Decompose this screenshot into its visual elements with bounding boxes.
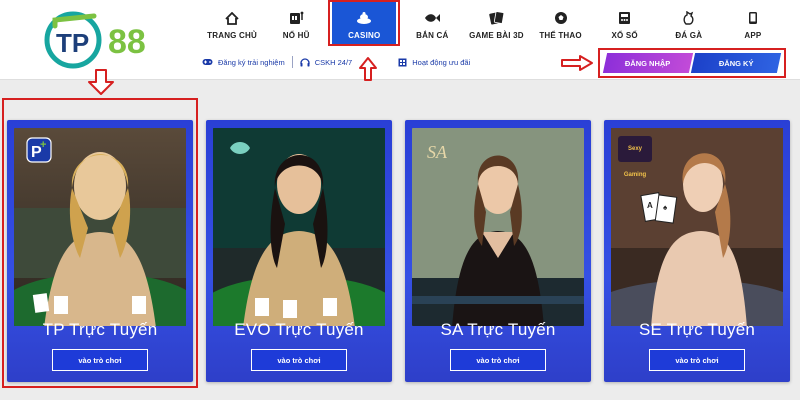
support-label: CSKH 24/7 <box>314 57 353 67</box>
sexy-gaming-logo: Sexy Gaming <box>618 136 652 178</box>
lottery-icon <box>617 11 633 25</box>
nav-xo-so[interactable]: XỔ SỐ <box>593 0 657 46</box>
soccer-ball-icon <box>553 11 569 25</box>
promo-label: Hoạt động ưu đãi <box>412 57 471 67</box>
game-card-tp[interactable]: P + TP Trực Tuyến vào trò chơi <box>7 120 193 382</box>
sub-bar: Đăng ký trải nghiệm CSKH 24/7 Hoạt động … <box>195 52 477 72</box>
card-title: EVO Trực Tuyến <box>234 320 364 339</box>
login-button[interactable]: ĐĂNG NHẬP <box>602 53 694 73</box>
svg-text:TP: TP <box>56 28 89 58</box>
nav-ban-ca[interactable]: BẮN CÁ <box>400 0 464 46</box>
play-button[interactable]: vào trò chơi <box>251 349 347 371</box>
nav-da-ga[interactable]: ĐÁ GÀ <box>657 0 721 46</box>
evo-leaf-logo-icon <box>230 142 250 154</box>
nav-game-bai-3d[interactable]: GAME BÀI 3D <box>464 0 528 46</box>
sa-logo: SA <box>427 142 447 162</box>
card-title: SE Trực Tuyến <box>638 320 756 339</box>
nav-the-thao[interactable]: THỂ THAO <box>529 0 593 46</box>
card-title: TP Trực Tuyến <box>42 320 158 339</box>
nav-game-bai-3d-label: GAME BÀI 3D <box>469 31 524 40</box>
nav-app-label: APP <box>744 31 762 40</box>
svg-text:A: A <box>647 201 653 210</box>
nav-no-hu[interactable]: NỔ HŨ <box>264 0 328 46</box>
nav-casino[interactable]: CASINO <box>332 0 397 46</box>
register-label: ĐĂNG KÝ <box>718 58 754 68</box>
slot-machine-icon <box>288 11 304 25</box>
card-title: SA Trực Tuyến <box>440 320 556 339</box>
game-card-sa[interactable]: SA SA Trực Tuyến vào trò chơi <box>405 120 591 382</box>
nav-home-label: TRANG CHỦ <box>207 31 257 40</box>
trial-label: Đăng ký trải nghiệm <box>218 57 285 67</box>
arrow-right-icon <box>561 55 593 71</box>
auth-buttons: ĐĂNG NHẬP ĐĂNG KÝ <box>598 48 786 78</box>
home-icon <box>224 11 240 25</box>
tp-plus-logo-icon: P + <box>26 137 52 163</box>
game-card-evo[interactable]: EVO Trực Tuyến vào trò chơi <box>206 120 392 382</box>
cards-icon <box>488 11 504 25</box>
gamepad-icon <box>202 59 213 65</box>
support-link[interactable]: CSKH 24/7 <box>293 58 360 67</box>
trial-link[interactable]: Đăng ký trải nghiệm <box>195 58 292 67</box>
arrow-down-icon <box>88 69 114 95</box>
nav-app[interactable]: APP <box>721 0 785 46</box>
svg-text:+: + <box>40 139 46 151</box>
play-button[interactable]: vào trò chơi <box>52 349 148 371</box>
nav-casino-label: CASINO <box>348 31 381 40</box>
tp88-logo[interactable]: TP 88 <box>42 6 192 72</box>
register-button[interactable]: ĐĂNG KÝ <box>690 53 782 73</box>
arrow-up-icon <box>359 57 377 81</box>
logo-88-text: 88 <box>108 23 146 61</box>
headset-icon <box>300 57 310 66</box>
promo-link[interactable]: Hoạt động ưu đãi <box>391 58 477 67</box>
login-label: ĐĂNG NHẬP <box>625 58 671 68</box>
fish-icon <box>424 11 441 25</box>
rooster-icon <box>681 11 697 25</box>
nav-xo-so-label: XỔ SỐ <box>611 31 638 40</box>
site-header: TP 88 TRANG CHỦ NỔ HŨ CASINO BẮN CÁ GAME… <box>0 0 800 80</box>
nav-da-ga-label: ĐÁ GÀ <box>675 31 703 40</box>
main-nav: TRANG CHỦ NỔ HŨ CASINO BẮN CÁ GAME BÀI 3… <box>200 0 785 46</box>
play-button[interactable]: vào trò chơi <box>450 349 546 371</box>
nav-no-hu-label: NỔ HŨ <box>282 31 310 40</box>
play-button[interactable]: vào trò chơi <box>649 349 745 371</box>
casino-chip-icon <box>356 11 372 25</box>
promo-icon <box>398 58 407 66</box>
nav-ban-ca-label: BẮN CÁ <box>416 31 449 40</box>
dealer-photo <box>213 128 385 326</box>
nav-the-thao-label: THỂ THAO <box>539 31 582 40</box>
nav-home[interactable]: TRANG CHỦ <box>200 0 264 46</box>
game-card-se[interactable]: A ♠ Sexy Gaming SE Trực Tuyến vào trò ch… <box>604 120 790 382</box>
phone-icon <box>745 11 761 25</box>
